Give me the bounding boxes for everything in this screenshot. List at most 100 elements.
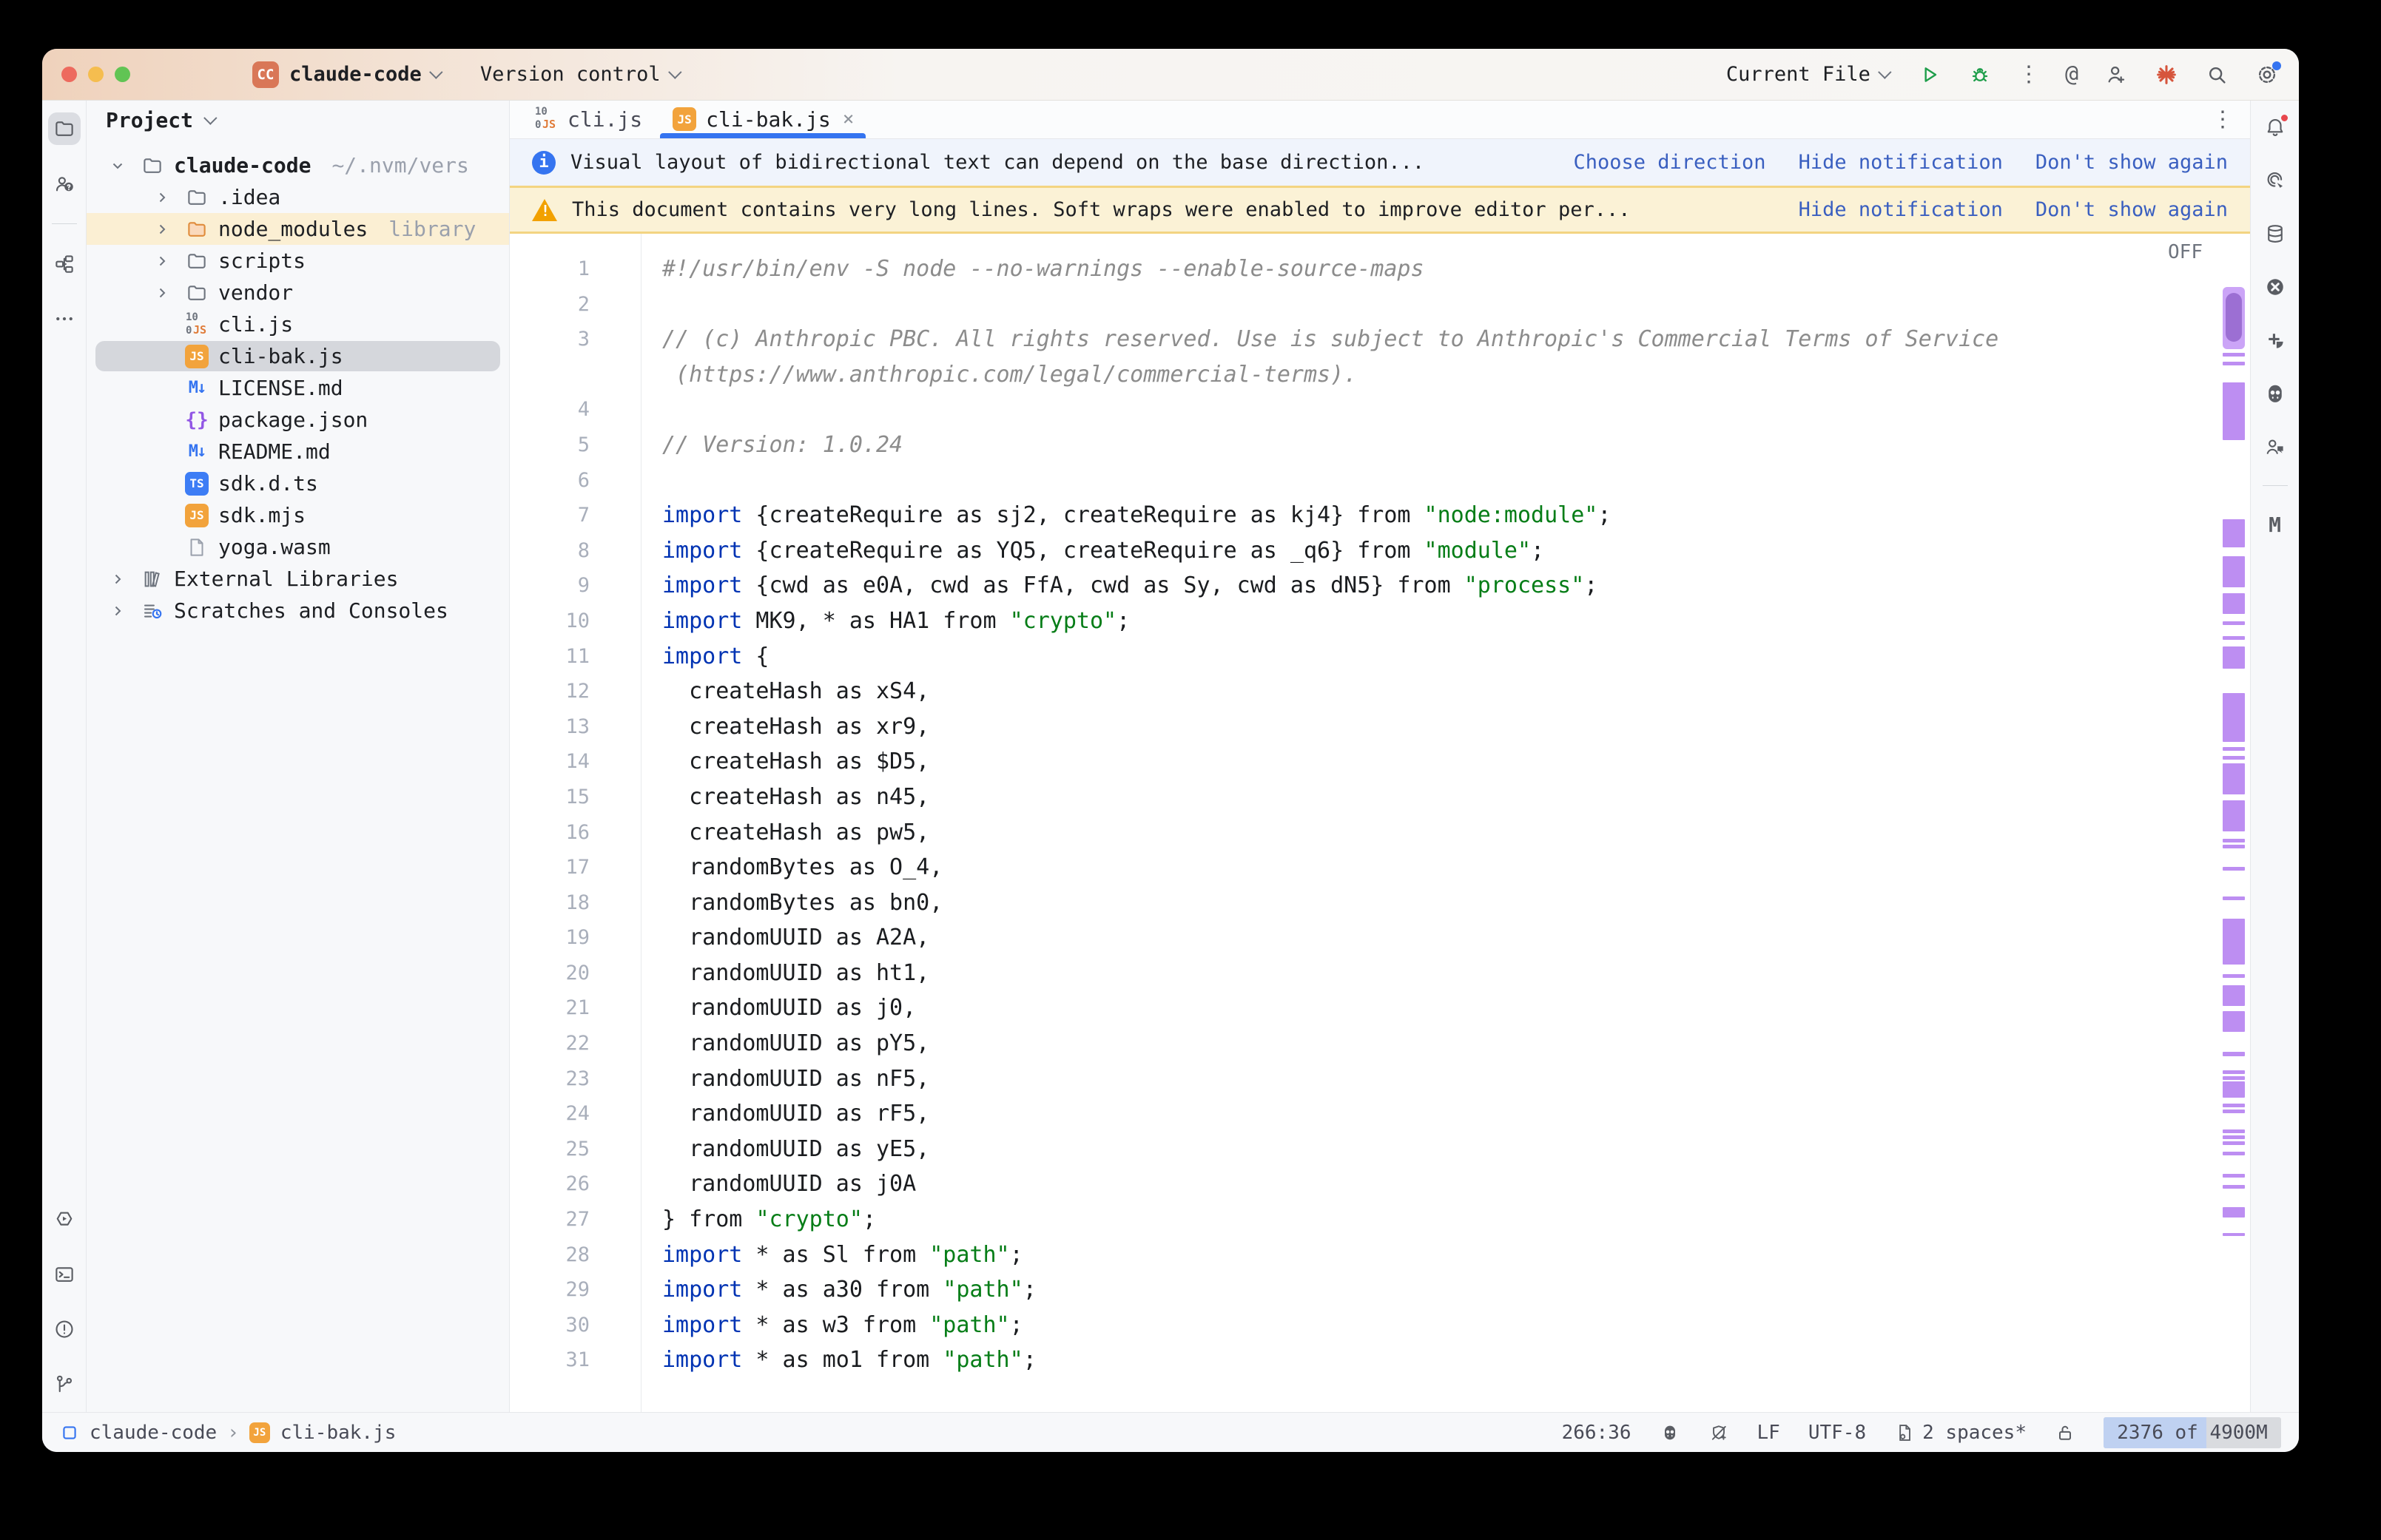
tree-item-vendor[interactable]: vendor — [87, 277, 509, 308]
code-line-wrap[interactable]: (https://www.anthropic.com/legal/commerc… — [510, 357, 2250, 393]
ai-assistant-icon[interactable] — [2259, 164, 2291, 197]
chevron-down-icon[interactable] — [104, 157, 131, 175]
x-plugin-icon[interactable] — [2259, 271, 2291, 303]
code-line-11[interactable]: 11import { — [510, 639, 2250, 675]
tree-item-readme-md[interactable]: M↓README.md — [87, 436, 509, 467]
encoding-widget[interactable]: UTF-8 — [1808, 1422, 1866, 1444]
file-lock-icon[interactable] — [2055, 1422, 2075, 1443]
tree-item-sdk-mjs[interactable]: JSsdk.mjs — [87, 499, 509, 531]
tree-item-claude-code[interactable]: claude-code~/.nvm/vers — [87, 149, 509, 181]
copilot-icon[interactable] — [2259, 377, 2291, 410]
terminal-tool-window-button[interactable] — [48, 1258, 81, 1291]
search-everywhere-icon[interactable] — [2204, 62, 2229, 87]
code-with-me-icon[interactable] — [2259, 430, 2291, 463]
code-line-25[interactable]: 25 randomUUID as yE5, — [510, 1132, 2250, 1167]
tab-options-icon[interactable]: ⋮ — [2212, 107, 2234, 132]
m-plugin-icon[interactable]: M — [2259, 508, 2291, 541]
plugin-pieces-icon[interactable] — [2259, 324, 2291, 357]
code-line-6[interactable]: 6 — [510, 463, 2250, 499]
tree-item-scratches-and-consoles[interactable]: Scratches and Consoles — [87, 595, 509, 627]
notifications-bell-icon[interactable] — [2259, 111, 2291, 143]
close-tab-icon[interactable]: × — [843, 108, 855, 130]
services-tool-window-button[interactable] — [48, 1203, 81, 1236]
caret-position-widget[interactable]: 266:36 — [1562, 1422, 1631, 1444]
code-editor[interactable]: 1#!/usr/bin/env -S node --no-warnings --… — [510, 234, 2250, 1412]
tree-item-cli-js[interactable]: 100JScli.js — [87, 308, 509, 340]
code-line-15[interactable]: 15 createHash as n45, — [510, 780, 2250, 815]
version-control-menu[interactable]: Version control — [480, 63, 678, 86]
line-separator-widget[interactable]: LF — [1757, 1422, 1780, 1444]
mention-icon[interactable]: @ — [2065, 61, 2078, 87]
code-line-8[interactable]: 8import {createRequire as YQ5, createReq… — [510, 533, 2250, 569]
code-line-4[interactable]: 4 — [510, 392, 2250, 428]
code-line-5[interactable]: 5// Version: 1.0.24 — [510, 428, 2250, 463]
minimize-window-button[interactable] — [88, 67, 104, 82]
indent-widget[interactable]: 2 spaces* — [1894, 1422, 2027, 1444]
chevron-right-icon[interactable] — [104, 602, 131, 620]
banner-link-don-t-show-again[interactable]: Don't show again — [2035, 151, 2228, 174]
scrollbar-thumb[interactable] — [2226, 293, 2242, 342]
claude-asterisk-icon[interactable] — [2154, 62, 2179, 87]
problems-tool-window-button[interactable] — [48, 1313, 81, 1345]
chevron-right-icon[interactable] — [149, 220, 175, 238]
code-line-7[interactable]: 7import {createRequire as sj2, createReq… — [510, 498, 2250, 533]
tab-cli-bak-js[interactable]: JScli-bak.js× — [657, 100, 869, 138]
close-window-button[interactable] — [61, 67, 77, 82]
code-line-21[interactable]: 21 randomUUID as j0, — [510, 990, 2250, 1026]
run-configuration-selector[interactable]: Current File — [1726, 63, 1887, 86]
tree-item-cli-bak-js[interactable]: JScli-bak.js — [87, 340, 509, 372]
settings-gear-icon[interactable] — [2254, 62, 2280, 87]
debug-button[interactable] — [1967, 62, 1993, 87]
code-line-27[interactable]: 27} from "crypto"; — [510, 1202, 2250, 1237]
zoom-window-button[interactable] — [115, 67, 130, 82]
git-tool-window-button[interactable] — [48, 1368, 81, 1400]
run-button[interactable] — [1917, 62, 1942, 87]
chevron-right-icon[interactable] — [149, 284, 175, 302]
code-line-31[interactable]: 31import * as mo1 from "path"; — [510, 1343, 2250, 1378]
tree-item-yoga-wasm[interactable]: yoga.wasm — [87, 531, 509, 563]
code-line-12[interactable]: 12 createHash as xS4, — [510, 674, 2250, 709]
ai-questions-icon[interactable] — [48, 167, 81, 200]
code-line-18[interactable]: 18 randomBytes as bn0, — [510, 885, 2250, 921]
code-line-29[interactable]: 29import * as a30 from "path"; — [510, 1272, 2250, 1308]
memory-indicator[interactable]: 2376 of 4900M — [2104, 1417, 2281, 1448]
editor-scrollbar[interactable] — [2219, 234, 2250, 1412]
inspections-off-icon[interactable] — [1708, 1422, 1729, 1443]
code-line-17[interactable]: 17 randomBytes as O_4, — [510, 850, 2250, 885]
tree-item-external-libraries[interactable]: External Libraries — [87, 563, 509, 595]
code-line-28[interactable]: 28import * as Sl from "path"; — [510, 1237, 2250, 1273]
tree-item--idea[interactable]: .idea — [87, 181, 509, 213]
more-tool-windows-icon[interactable] — [48, 303, 81, 335]
tree-item-scripts[interactable]: scripts — [87, 245, 509, 277]
tree-item-license-md[interactable]: M↓LICENSE.md — [87, 372, 509, 404]
chevron-right-icon[interactable] — [149, 189, 175, 206]
code-line-26[interactable]: 26 randomUUID as j0A — [510, 1166, 2250, 1202]
tree-item-sdk-d-ts[interactable]: TSsdk.d.ts — [87, 467, 509, 499]
code-line-19[interactable]: 19 randomUUID as A2A, — [510, 920, 2250, 956]
project-panel-header[interactable]: Project — [87, 101, 509, 139]
code-line-1[interactable]: 1#!/usr/bin/env -S node --no-warnings --… — [510, 251, 2250, 287]
tree-item-node-modules[interactable]: node_moduleslibrary — [87, 213, 509, 245]
code-line-30[interactable]: 30import * as w3 from "path"; — [510, 1308, 2250, 1343]
tree-item-package-json[interactable]: {}package.json — [87, 404, 509, 436]
chevron-right-icon[interactable] — [104, 570, 131, 588]
inline-completion-off-indicator[interactable]: OFF — [2168, 241, 2203, 263]
code-line-23[interactable]: 23 randomUUID as nF5, — [510, 1061, 2250, 1097]
code-line-2[interactable]: 2 — [510, 287, 2250, 322]
tab-cli-js[interactable]: 100JScli.js — [519, 100, 657, 138]
add-user-icon[interactable] — [2104, 62, 2129, 87]
project-tool-window-button[interactable] — [48, 112, 81, 145]
code-line-16[interactable]: 16 createHash as pw5, — [510, 815, 2250, 851]
breadcrumb-project[interactable]: claude-code — [90, 1422, 217, 1444]
code-line-20[interactable]: 20 randomUUID as ht1, — [510, 956, 2250, 991]
code-line-9[interactable]: 9import {cwd as e0A, cwd as FfA, cwd as … — [510, 568, 2250, 604]
copilot-status-icon[interactable] — [1660, 1422, 1680, 1443]
breadcrumb-file[interactable]: cli-bak.js — [280, 1422, 397, 1444]
code-line-3[interactable]: 3// (c) Anthropic PBC. All rights reserv… — [510, 322, 2250, 357]
code-line-22[interactable]: 22 randomUUID as pY5, — [510, 1026, 2250, 1061]
banner-link-hide-notification[interactable]: Hide notification — [1799, 151, 2003, 174]
project-selector[interactable]: claude-code — [289, 63, 439, 86]
code-line-10[interactable]: 10import MK9, * as HA1 from "crypto"; — [510, 604, 2250, 639]
banner-link-choose-direction[interactable]: Choose direction — [1573, 151, 1765, 174]
code-line-14[interactable]: 14 createHash as $D5, — [510, 744, 2250, 780]
